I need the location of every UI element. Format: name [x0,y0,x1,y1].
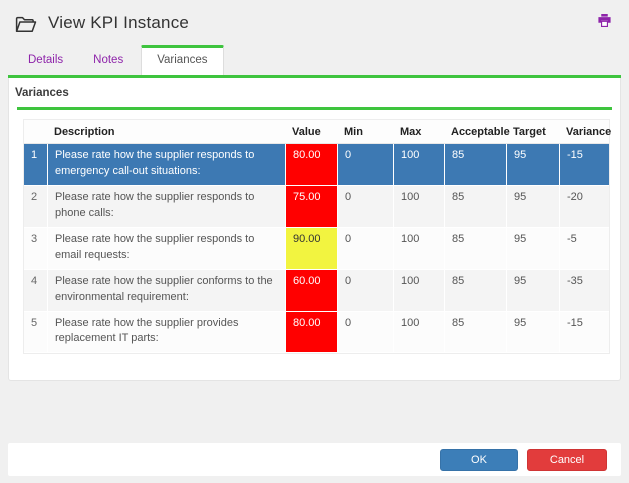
row-target: 95 [506,270,559,312]
row-min: 0 [337,312,393,354]
row-variance: -15 [559,144,609,186]
row-value: 60.00 [285,270,337,312]
row-target: 95 [506,312,559,354]
row-description: Please rate how the supplier provides re… [47,312,285,354]
row-acceptable: 85 [444,270,506,312]
row-target: 95 [506,186,559,228]
ok-button[interactable]: OK [440,449,518,471]
table-header-row: Description Value Min Max Acceptable Tar… [24,120,609,144]
variances-panel: Variances Description Value Min Max Acce… [8,78,621,381]
tab-variances[interactable]: Variances [141,45,223,75]
row-description: Please rate how the supplier conforms to… [47,270,285,312]
table-row[interactable]: 5 Please rate how the supplier provides … [24,312,609,354]
col-header-value: Value [285,120,337,144]
footer-bar: OK Cancel [8,443,621,476]
col-header-variance: Variance [559,120,609,144]
col-header-target: Target [506,120,559,144]
row-min: 0 [337,228,393,270]
row-variance: -15 [559,312,609,354]
row-max: 100 [393,312,444,354]
row-description: Please rate how the supplier responds to… [47,186,285,228]
row-number: 2 [24,186,47,228]
row-max: 100 [393,144,444,186]
print-icon[interactable] [596,12,613,29]
row-number: 1 [24,144,47,186]
row-value: 75.00 [285,186,337,228]
row-value: 90.00 [285,228,337,270]
row-max: 100 [393,270,444,312]
row-description: Please rate how the supplier responds to… [47,228,285,270]
page-title: View KPI Instance [48,13,189,33]
row-number: 5 [24,312,47,354]
tab-notes[interactable]: Notes [78,46,138,75]
row-value: 80.00 [285,144,337,186]
section-heading: Variances [9,78,620,107]
title-bar: View KPI Instance [0,0,629,33]
col-header-description: Description [47,120,285,144]
tab-details[interactable]: Details [13,46,78,75]
view-kpi-instance-window: View KPI Instance Details Notes Variance… [0,0,629,381]
col-header-min: Min [337,120,393,144]
row-min: 0 [337,186,393,228]
col-header-max: Max [393,120,444,144]
table-row[interactable]: 1 Please rate how the supplier responds … [24,144,609,186]
row-variance: -20 [559,186,609,228]
row-variance: -5 [559,228,609,270]
row-acceptable: 85 [444,186,506,228]
tab-bar: Details Notes Variances [8,44,621,78]
open-folder-icon [15,16,37,33]
row-min: 0 [337,270,393,312]
row-min: 0 [337,144,393,186]
col-header-num [24,120,47,144]
row-target: 95 [506,228,559,270]
row-description: Please rate how the supplier responds to… [47,144,285,186]
table-row[interactable]: 2 Please rate how the supplier responds … [24,186,609,228]
variances-table: Description Value Min Max Acceptable Tar… [23,119,610,354]
row-variance: -35 [559,270,609,312]
row-target: 95 [506,144,559,186]
col-header-acceptable: Acceptable [444,120,506,144]
row-max: 100 [393,228,444,270]
table-row[interactable]: 3 Please rate how the supplier responds … [24,228,609,270]
row-acceptable: 85 [444,312,506,354]
row-max: 100 [393,186,444,228]
cancel-button[interactable]: Cancel [527,449,607,471]
row-acceptable: 85 [444,144,506,186]
row-acceptable: 85 [444,228,506,270]
row-number: 3 [24,228,47,270]
row-value: 80.00 [285,312,337,354]
row-number: 4 [24,270,47,312]
section-divider [17,107,612,110]
table-row[interactable]: 4 Please rate how the supplier conforms … [24,270,609,312]
